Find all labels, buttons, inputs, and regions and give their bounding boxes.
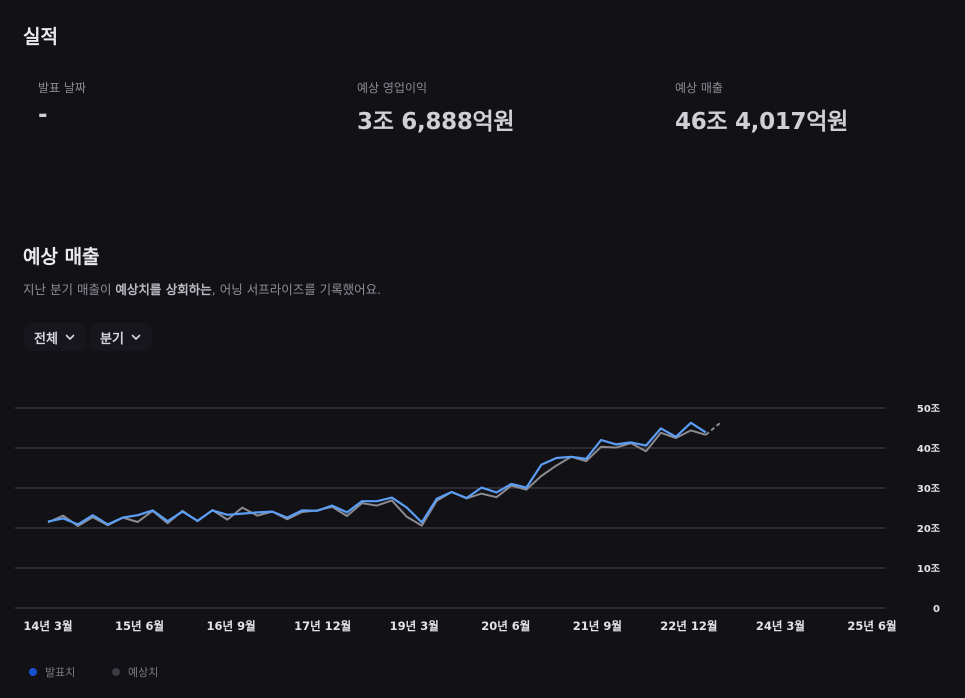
revenue-section-title: 예상 매출 bbox=[23, 246, 100, 268]
operating-income-stat: 예상 영업이익 3조 6,888억원 bbox=[357, 79, 515, 136]
x-tick-label: 21년 9월 bbox=[573, 619, 622, 633]
range-filter-dropdown[interactable]: 전체 bbox=[24, 323, 86, 351]
revenue-chart: 0 10조 20조 30조 40조 50조 14년 3월 15년 6월 16년 9월 17년 12… bbox=[15, 403, 940, 633]
period-filter-label: 분기 bbox=[100, 331, 124, 347]
range-filter-label: 전체 bbox=[34, 331, 58, 347]
legend-estimate-swatch bbox=[112, 668, 120, 676]
estimate-series-projection bbox=[705, 421, 722, 436]
chevron-down-icon bbox=[65, 334, 75, 340]
results-title: 실적 bbox=[23, 26, 58, 48]
x-tick-label: 22년 12월 bbox=[660, 619, 717, 633]
x-tick-label: 15년 6월 bbox=[115, 619, 164, 633]
announce-date-label: 발표 날짜 bbox=[38, 81, 86, 95]
y-tick-label: 20조 bbox=[917, 523, 940, 535]
revenue-stat: 예상 매출 46조 4,017억원 bbox=[675, 79, 848, 136]
x-tick-label: 20년 6월 bbox=[481, 619, 530, 633]
revenue-label: 예상 매출 bbox=[675, 81, 723, 95]
operating-income-value: 3조 6,888억원 bbox=[357, 109, 515, 135]
y-tick-label: 0 bbox=[933, 604, 940, 615]
y-tick-label: 50조 bbox=[917, 403, 940, 415]
y-tick-label: 10조 bbox=[917, 563, 940, 575]
legend-reported-label: 발표치 bbox=[45, 666, 76, 679]
x-tick-label: 16년 9월 bbox=[207, 619, 256, 633]
reported-series-line bbox=[47, 421, 707, 526]
legend-estimate: 예상치 bbox=[112, 664, 158, 680]
x-tick-label: 19년 3월 bbox=[390, 619, 439, 633]
operating-income-label: 예상 영업이익 bbox=[357, 81, 428, 95]
description-highlight: 예상치를 상회하는 bbox=[115, 282, 212, 297]
x-tick-label: 14년 3월 bbox=[23, 619, 72, 633]
revenue-description: 지난 분기 매출이 예상치를 상회하는, 어닝 서프라이즈를 기록했어요. bbox=[23, 279, 381, 298]
x-tick-label: 25년 6월 bbox=[847, 619, 896, 633]
y-tick-label: 40조 bbox=[917, 443, 940, 455]
announce-date-value: - bbox=[38, 102, 48, 128]
announce-date-stat: 발표 날짜 - bbox=[38, 79, 86, 128]
x-tick-label: 17년 12월 bbox=[294, 619, 351, 633]
legend-reported-swatch bbox=[29, 668, 37, 676]
chevron-down-icon bbox=[131, 334, 141, 340]
revenue-value: 46조 4,017억원 bbox=[675, 109, 848, 135]
x-tick-label: 24년 3월 bbox=[756, 619, 805, 633]
legend-reported: 발표치 bbox=[29, 664, 75, 680]
description-suffix: , 어닝 서프라이즈를 기록했어요. bbox=[211, 282, 382, 297]
y-tick-label: 30조 bbox=[917, 483, 940, 495]
period-filter-dropdown[interactable]: 분기 bbox=[90, 323, 152, 351]
description-prefix: 지난 분기 매출이 bbox=[23, 282, 116, 297]
legend-estimate-label: 예상치 bbox=[128, 666, 159, 679]
